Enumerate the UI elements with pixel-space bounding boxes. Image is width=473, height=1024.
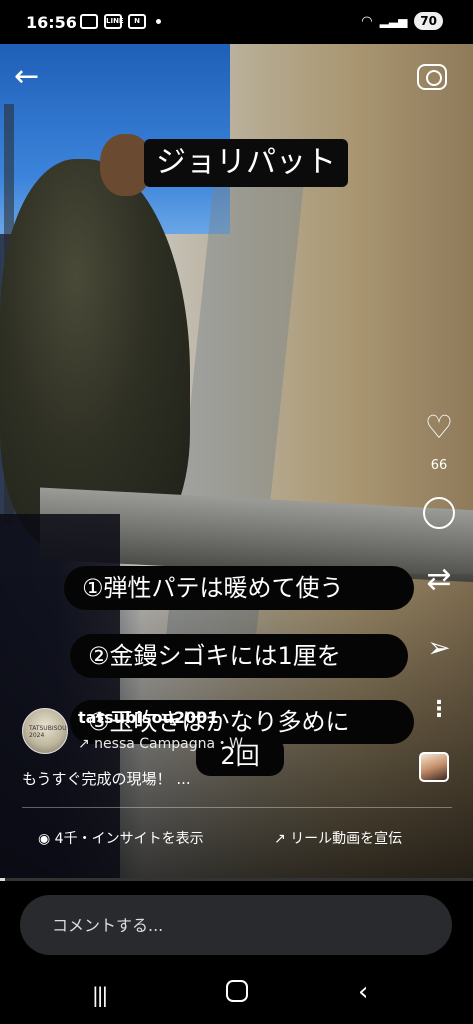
- caption-line-1: ①弾性パテは暖めて使う: [64, 566, 414, 610]
- eye-icon: ◉: [38, 831, 55, 847]
- avatar-label: TATSUBISOU 2024: [29, 725, 67, 739]
- divider: [22, 807, 452, 808]
- caption-line-2: ②金鏝シゴキには1厘を: [70, 634, 408, 678]
- signal-icon: ▂▃▅: [379, 14, 408, 28]
- audio-thumbnail[interactable]: [419, 752, 449, 782]
- promote-label: リール動画を宣伝: [290, 831, 403, 847]
- screenshot-icon: [80, 14, 98, 29]
- recent-apps-icon[interactable]: |||: [92, 983, 108, 1007]
- comment-bar[interactable]: [20, 895, 452, 955]
- clock: 16:56: [26, 13, 77, 32]
- more-notifications-dot: [156, 19, 161, 24]
- notification-icons: LINE N: [80, 14, 161, 29]
- author-avatar[interactable]: TATSUBISOU 2024: [22, 708, 68, 754]
- audio-track-link[interactable]: ↗ nessa Campagna・W: [78, 733, 243, 753]
- like-count[interactable]: 66: [421, 458, 457, 473]
- camera-icon[interactable]: [417, 64, 447, 90]
- send-icon[interactable]: ➢: [421, 632, 457, 664]
- repost-icon[interactable]: ⇄: [421, 563, 457, 597]
- comment-icon[interactable]: [421, 497, 457, 529]
- promote-reel-button[interactable]: ↗ リール動画を宣伝: [274, 828, 402, 848]
- post-caption[interactable]: もうすぐ完成の現場！ ...: [22, 768, 191, 789]
- nav-back-icon[interactable]: ‹: [358, 977, 368, 1007]
- insights-label: 4千・インサイトを表示: [54, 831, 204, 847]
- back-arrow-icon[interactable]: ←: [14, 62, 48, 92]
- system-nav-bar: ||| ‹: [0, 965, 473, 1024]
- wifi-icon: ◠: [361, 13, 373, 29]
- status-bar: 16:56 LINE N ◠ ▂▃▅ 70: [0, 0, 473, 44]
- heart-icon[interactable]: ♡: [421, 410, 457, 444]
- view-insights-button[interactable]: ◉ 4千・インサイトを表示: [38, 828, 204, 848]
- trend-up-icon: ↗: [274, 831, 291, 847]
- battery-indicator: 70: [414, 12, 443, 30]
- author-username[interactable]: tatsubisou2001: [78, 708, 218, 727]
- video-title-caption: ジョリパット: [144, 139, 348, 187]
- news-icon: N: [128, 14, 146, 29]
- video-progress-fill: [0, 878, 5, 881]
- line-icon: LINE: [104, 14, 124, 29]
- video-progress-bar[interactable]: [0, 878, 473, 881]
- more-options-icon[interactable]: ⋮: [421, 695, 457, 725]
- home-icon[interactable]: [226, 980, 248, 1002]
- comment-input[interactable]: [52, 913, 412, 937]
